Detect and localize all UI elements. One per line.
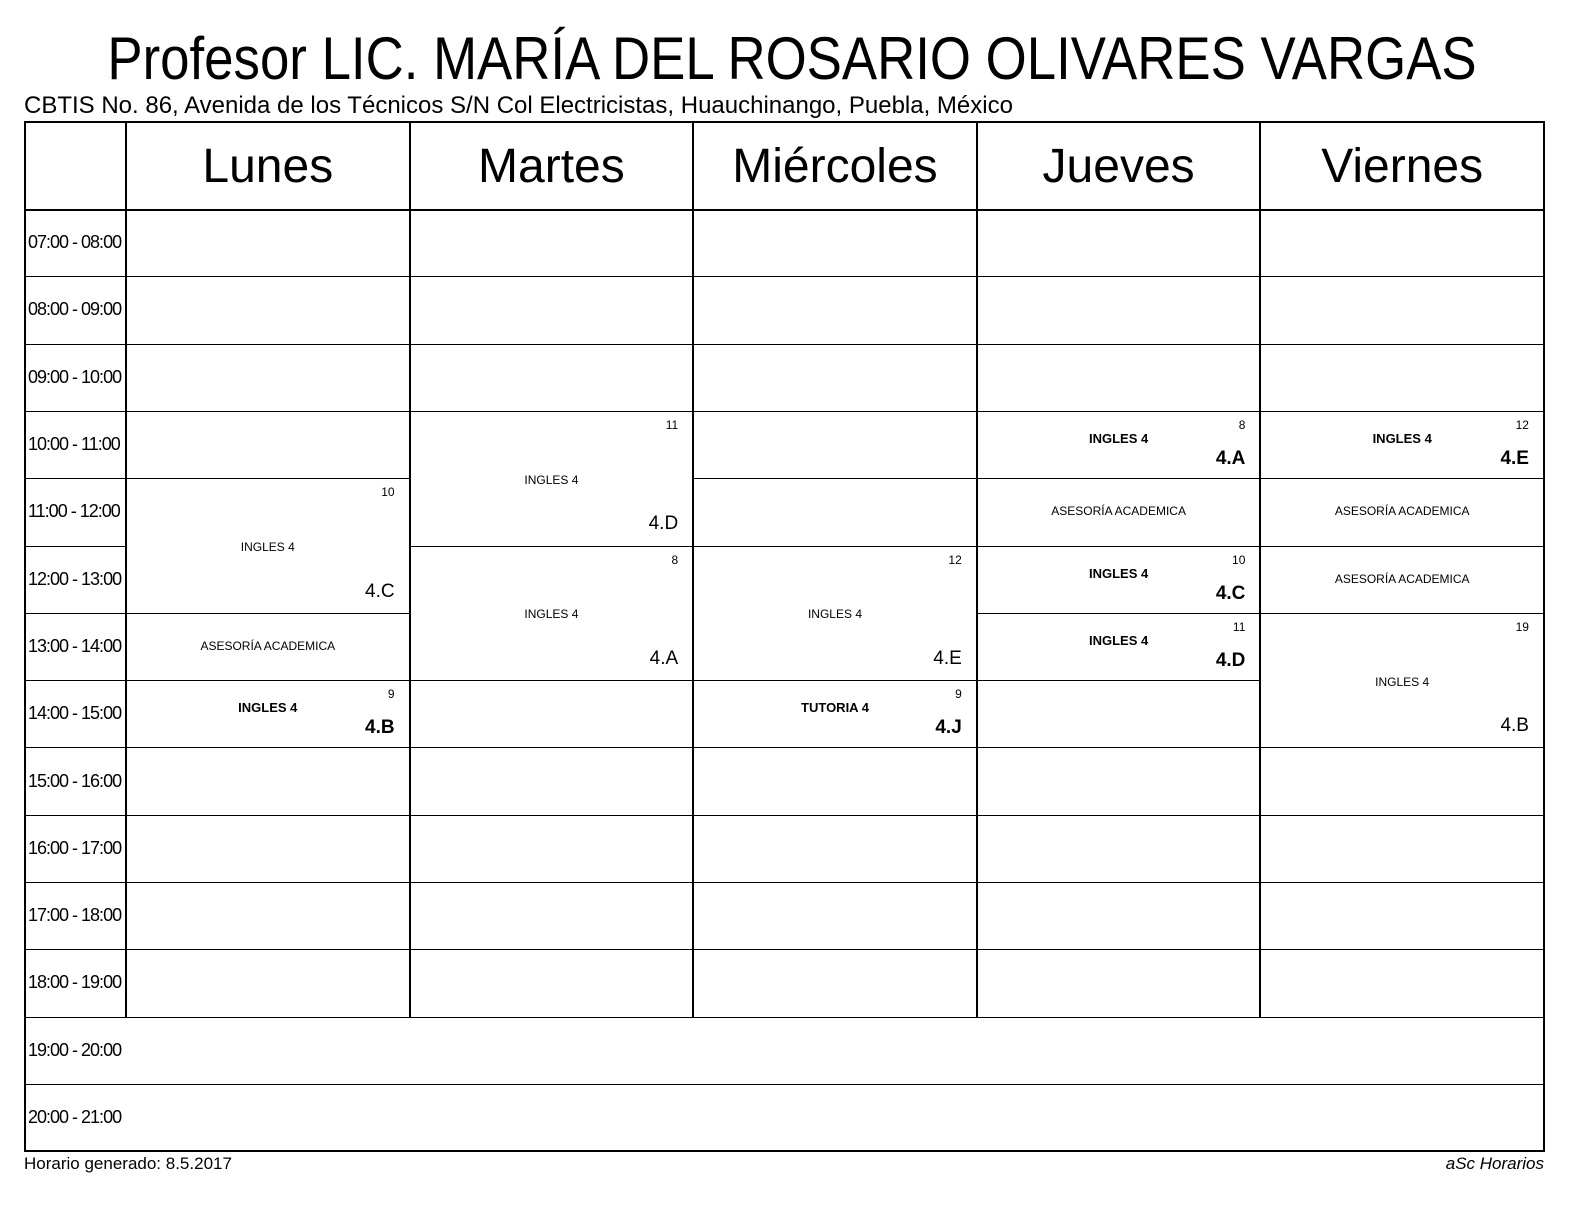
lesson-cell: 11 INGLES 4 4.D (977, 613, 1260, 681)
room-number: 9 (387, 687, 395, 702)
room-number: 10 (1232, 552, 1246, 567)
group-label: 4.B (1500, 715, 1529, 737)
room-number: 12 (948, 552, 962, 567)
lesson-cell: 10 INGLES 4 4.C (127, 479, 409, 613)
day-header-2: Miércoles (732, 139, 938, 193)
lesson-cell: 12 INGLES 4 4.E (694, 546, 976, 681)
time-slot-label: 08:00 - 09:00 (28, 299, 122, 320)
subject-name: INGLES 4 (238, 700, 298, 716)
room-number: 11 (665, 417, 679, 432)
day-header-1: Martes (478, 139, 625, 193)
lesson-cell: 19 INGLES 4 4.B (1261, 613, 1543, 748)
timetable-grid: Lunes Martes Miércoles Jueves Viernes 07:00 -… (24, 121, 1545, 1152)
room-number: 10 (381, 485, 395, 500)
time-slot-label: 12:00 - 13:00 (28, 568, 122, 589)
subject-name: INGLES 4 (1375, 674, 1430, 689)
lesson-cell: ASESORÍA ACADEMICA (127, 613, 409, 681)
school-address: CBTIS No. 86, Avenida de los Técnicos S/… (24, 92, 1013, 119)
row-divider (26, 882, 1543, 883)
lesson-cell: ASESORÍA ACADEMICA (1261, 479, 1543, 546)
time-slot-label: 14:00 - 15:00 (28, 703, 122, 724)
time-slot-label: 11:00 - 12:00 (28, 501, 121, 522)
row-divider (26, 1083, 1543, 1085)
subject-name: INGLES 4 (524, 607, 579, 622)
time-slot-label: 13:00 - 14:00 (28, 635, 122, 656)
room-number: 12 (1515, 417, 1529, 432)
subject-name: INGLES 4 (1372, 431, 1432, 447)
subject-name: INGLES 4 (807, 607, 862, 622)
time-slot-label: 09:00 - 10:00 (28, 366, 122, 387)
subject-name: INGLES 4 (1088, 431, 1149, 447)
time-slot-label: 10:00 - 11:00 (28, 434, 121, 455)
day-header-4: Viernes (1321, 139, 1484, 193)
group-label: 4.C (365, 580, 395, 602)
subject-name: INGLES 4 (524, 472, 579, 487)
subject-name: INGLES 4 (240, 539, 295, 554)
lesson-cell: ASESORÍA ACADEMICA (1261, 546, 1543, 613)
room-number: 8 (671, 552, 679, 567)
subject-name: ASESORÍA ACADEMICA (1334, 504, 1470, 519)
time-slot-label: 18:00 - 19:00 (28, 972, 122, 993)
row-divider (26, 949, 1543, 951)
group-label: 4.B (365, 717, 395, 739)
group-label: 4.C (1215, 582, 1246, 604)
group-label: 4.A (649, 648, 679, 670)
time-slot-label: 20:00 - 21:00 (28, 1107, 122, 1128)
room-number: 19 (1515, 619, 1529, 634)
group-label: 4.E (1500, 448, 1529, 470)
room-number: 8 (1238, 417, 1246, 432)
header-divider (26, 209, 1543, 211)
subject-name: ASESORÍA ACADEMICA (1334, 571, 1470, 586)
lesson-cell: 9 TUTORIA 4 4.J (694, 681, 976, 748)
generated-date: Horario generado: 8.5.2017 (24, 1154, 232, 1173)
time-slot-label: 07:00 - 08:00 (28, 232, 122, 253)
page-title: Profesor LIC. MARÍA DEL ROSARIO OLIVARES… (107, 25, 1477, 92)
day-header-0: Lunes (202, 139, 334, 193)
subject-name: INGLES 4 (1088, 632, 1149, 648)
row-divider (26, 343, 1543, 345)
subject-name: ASESORÍA ACADEMICA (1051, 504, 1186, 519)
time-slot-label: 16:00 - 17:00 (28, 837, 122, 858)
day-header-3: Jueves (1042, 139, 1195, 193)
subject-name: ASESORÍA ACADEMICA (200, 638, 336, 653)
group-label: 4.A (1215, 448, 1246, 470)
row-divider (26, 747, 1543, 749)
time-slot-label: 17:00 - 18:00 (28, 905, 122, 926)
row-divider (26, 814, 1543, 816)
group-label: 4.D (648, 513, 679, 535)
software-credit: aSc Horarios (1445, 1154, 1544, 1173)
time-slot-label: 19:00 - 20:00 (28, 1039, 122, 1060)
group-label: 4.J (935, 717, 962, 739)
lesson-cell: 10 INGLES 4 4.C (977, 546, 1260, 613)
group-label: 4.D (1215, 650, 1246, 672)
lesson-cell: 9 INGLES 4 4.B (127, 681, 409, 748)
lesson-cell: ASESORÍA ACADEMICA (977, 479, 1260, 546)
subject-name: TUTORIA 4 (801, 700, 869, 716)
row-divider (26, 1016, 1543, 1018)
lesson-cell: 8 INGLES 4 4.A (977, 411, 1260, 479)
group-label: 4.E (933, 648, 962, 670)
room-number: 11 (1232, 619, 1246, 634)
corner-cell (26, 123, 126, 209)
lesson-cell: 8 INGLES 4 4.A (410, 546, 693, 681)
row-divider (26, 276, 1543, 278)
time-slot-label: 15:00 - 16:00 (28, 770, 122, 791)
subject-name: INGLES 4 (1088, 565, 1149, 581)
lesson-cell: 12 INGLES 4 4.E (1261, 411, 1543, 479)
room-number: 9 (955, 687, 962, 702)
lesson-cell: 11 INGLES 4 4.D (410, 411, 693, 546)
